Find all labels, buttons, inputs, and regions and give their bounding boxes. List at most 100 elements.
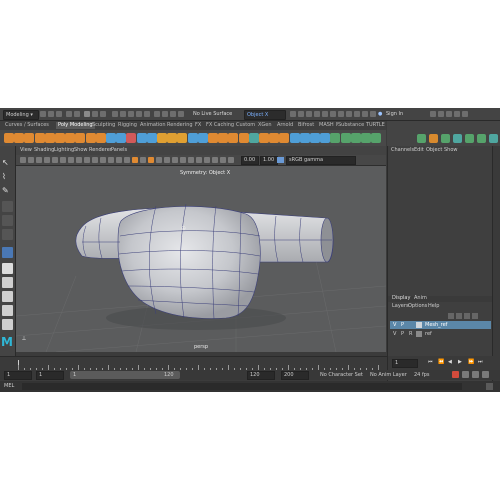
sweep-icon[interactable]: [85, 133, 96, 143]
layer-visibility-toggle[interactable]: V: [393, 323, 396, 328]
mesh-object[interactable]: [75, 203, 334, 320]
select-tool-icon[interactable]: ↖: [2, 159, 13, 170]
perspective-viewport[interactable]: ⊕ Symmetry: Object X persp ⟂: [16, 166, 386, 352]
anti-aliasing-icon[interactable]: [188, 157, 194, 163]
start-time-field[interactable]: 1: [4, 371, 32, 380]
select-by-uv-icon[interactable]: [453, 134, 462, 143]
live-surface-label[interactable]: No Live Surface: [193, 112, 232, 117]
select-by-edge-icon[interactable]: [429, 134, 438, 143]
cube-icon[interactable]: [14, 133, 25, 143]
append-icon[interactable]: [197, 133, 208, 143]
playback-start-field[interactable]: 1: [36, 371, 64, 380]
lasso-tool-icon[interactable]: ⌇: [2, 173, 13, 184]
snap-point-icon[interactable]: [128, 111, 134, 117]
layer-reference-toggle[interactable]: R: [409, 332, 412, 337]
last-tool-icon[interactable]: [2, 247, 13, 258]
menu-lighting[interactable]: Lighting: [54, 148, 74, 153]
uv-editor-icon[interactable]: [330, 133, 341, 143]
color-space-dropdown[interactable]: sRGB gamma: [286, 156, 356, 165]
separate-icon[interactable]: [116, 133, 127, 143]
backface-culling-icon[interactable]: [228, 157, 234, 163]
menu-show[interactable]: Show: [74, 148, 88, 153]
layer-tab-anim[interactable]: Anim: [414, 296, 427, 301]
single-view-layout-icon[interactable]: [2, 263, 13, 274]
layer-move-down-icon[interactable]: [456, 313, 462, 319]
field-chart-icon[interactable]: [100, 157, 106, 163]
tab-bifrost[interactable]: Bifrost: [296, 122, 316, 129]
bevel-icon[interactable]: [177, 133, 188, 143]
camera-attributes-icon[interactable]: [28, 157, 34, 163]
soft-select-icon[interactable]: [477, 134, 486, 143]
select-object-icon[interactable]: [92, 111, 98, 117]
safe-title-icon[interactable]: [116, 157, 122, 163]
multicut-icon[interactable]: [208, 133, 218, 143]
select-camera-icon[interactable]: [20, 157, 26, 163]
anim-prefs-icon[interactable]: [462, 371, 469, 378]
settings-icon[interactable]: [482, 371, 489, 378]
playback-prefs-icon[interactable]: [472, 371, 479, 378]
command-language-label[interactable]: MEL: [4, 384, 14, 389]
menu-panels[interactable]: Panels: [111, 148, 127, 153]
tab-sculpting[interactable]: Sculpting: [90, 122, 117, 129]
rotate-tool-icon[interactable]: [2, 215, 13, 226]
step-back-icon[interactable]: ⏪: [438, 360, 444, 365]
tab-mash[interactable]: MASH: [317, 122, 336, 129]
gate-mask-icon[interactable]: [92, 157, 98, 163]
mode-menu[interactable]: Modeling ▾: [3, 110, 39, 120]
fill-hole-icon[interactable]: [187, 133, 198, 143]
reflection-icon[interactable]: [489, 134, 498, 143]
ipr-icon[interactable]: [170, 111, 176, 117]
plane-icon[interactable]: [55, 133, 65, 143]
wedge-icon[interactable]: [269, 133, 280, 143]
2d-pan-icon[interactable]: [52, 157, 58, 163]
layer-name[interactable]: Mesh_ref: [425, 323, 447, 328]
snap-grid-icon[interactable]: [112, 111, 118, 117]
redo-icon[interactable]: [74, 111, 80, 117]
slide-icon[interactable]: [320, 133, 331, 143]
wireframe-icon[interactable]: [124, 157, 130, 163]
tab-rendering[interactable]: Rendering: [165, 122, 195, 129]
layer-menu-help[interactable]: Help: [428, 304, 439, 309]
tab-poly-modeling[interactable]: Poly Modeling: [56, 122, 95, 129]
tab-rigging[interactable]: Rigging: [116, 122, 139, 129]
save-scene-icon[interactable]: [56, 111, 62, 117]
outliner-icon[interactable]: [462, 111, 468, 117]
superellipse-icon[interactable]: [95, 133, 106, 143]
layer-menu-options[interactable]: Options: [408, 304, 427, 309]
planar-uv-icon[interactable]: [340, 133, 351, 143]
new-layer-selected-icon[interactable]: [472, 313, 478, 319]
workspace-icon[interactable]: [290, 111, 296, 117]
bridge-icon[interactable]: [167, 133, 178, 143]
poke-icon[interactable]: [259, 133, 269, 143]
snap-curve-icon[interactable]: [120, 111, 126, 117]
symmetry-icon[interactable]: [465, 134, 474, 143]
move-tool-icon[interactable]: [2, 201, 13, 212]
tab-arnold[interactable]: Arnold: [275, 122, 295, 129]
script-editor-icon[interactable]: [486, 383, 493, 390]
collapse-icon[interactable]: [279, 133, 290, 143]
current-frame-field[interactable]: 1: [392, 359, 418, 368]
insert-loop-icon[interactable]: [228, 133, 239, 143]
step-forward-icon[interactable]: ⏩: [468, 360, 474, 365]
film-gate-icon[interactable]: [76, 157, 82, 163]
play-forward-icon[interactable]: ▶: [458, 360, 462, 365]
channel-box-tab-channels[interactable]: Channels: [391, 148, 414, 153]
menu-shading[interactable]: Shading: [34, 148, 54, 153]
layer-row-mesh-ref[interactable]: V P Mesh_ref: [390, 321, 491, 329]
persp-graph-layout-icon[interactable]: [2, 305, 13, 316]
quad-draw-icon[interactable]: [248, 133, 259, 143]
xray-joints-icon[interactable]: [220, 157, 226, 163]
cut-uv-icon[interactable]: [361, 133, 371, 143]
render-settings-icon[interactable]: [178, 111, 184, 117]
motion-blur-icon[interactable]: [180, 157, 186, 163]
end-time-field[interactable]: 200: [281, 371, 309, 380]
layer-playback-toggle[interactable]: P: [401, 332, 404, 337]
menu-renderer[interactable]: Renderer: [89, 148, 112, 153]
crease-icon[interactable]: [310, 133, 320, 143]
attribute-editor-icon[interactable]: [438, 111, 444, 117]
four-view-layout-icon[interactable]: [2, 277, 13, 288]
command-input[interactable]: [22, 383, 462, 390]
ipr-render-icon[interactable]: [322, 111, 328, 117]
character-set-dropdown[interactable]: No Character Set: [320, 373, 363, 378]
layer-visibility-toggle[interactable]: V: [393, 332, 396, 337]
